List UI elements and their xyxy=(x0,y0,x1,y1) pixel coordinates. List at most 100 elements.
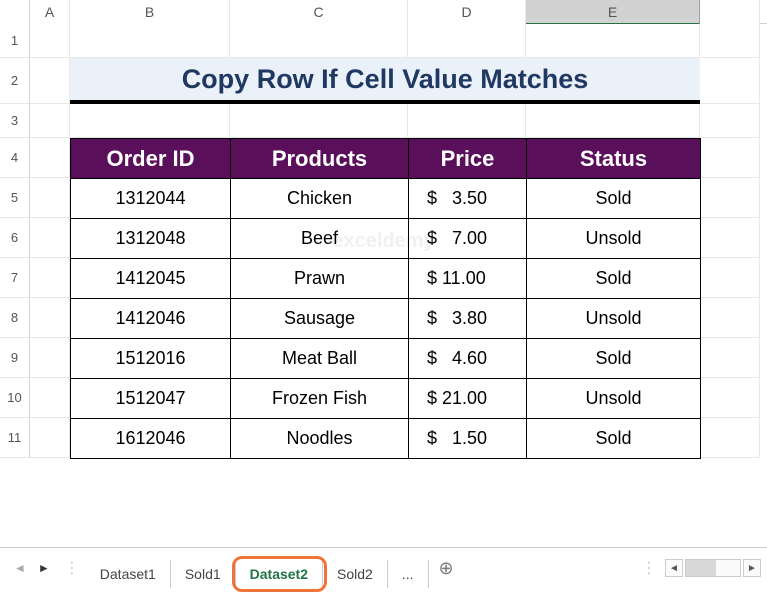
sheet-tab-dataset1[interactable]: Dataset1 xyxy=(86,560,171,588)
cell[interactable] xyxy=(30,298,70,338)
sheet-tab-dataset2[interactable]: Dataset2 xyxy=(236,560,323,588)
table-cell[interactable]: Noodles xyxy=(231,419,409,459)
table-cell[interactable]: $ 21.00 xyxy=(409,379,527,419)
table-row[interactable]: 1412046Sausage$ 3.80Unsold xyxy=(71,299,701,339)
select-all-corner[interactable] xyxy=(0,0,30,24)
row-head-5[interactable]: 5 xyxy=(0,178,30,218)
cell[interactable] xyxy=(30,138,70,178)
table-cell[interactable]: $ 3.80 xyxy=(409,299,527,339)
table-cell[interactable]: $ 4.60 xyxy=(409,339,527,379)
table-cell[interactable]: Chicken xyxy=(231,179,409,219)
sheet-tab-...[interactable]: ... xyxy=(388,560,429,588)
scroll-track[interactable] xyxy=(685,559,741,577)
cell[interactable] xyxy=(700,258,760,298)
cell[interactable] xyxy=(30,58,70,104)
table-cell[interactable]: Frozen Fish xyxy=(231,379,409,419)
scroll-right-icon[interactable]: ► xyxy=(743,559,761,577)
col-head-B[interactable]: B xyxy=(70,0,230,24)
cell[interactable] xyxy=(30,218,70,258)
table-cell[interactable]: 1512047 xyxy=(71,379,231,419)
row-head-1[interactable]: 1 xyxy=(0,24,30,58)
table-cell[interactable]: 1412046 xyxy=(71,299,231,339)
row-head-11[interactable]: 11 xyxy=(0,418,30,458)
table-row[interactable]: 1312048Beef$ 7.00Unsold xyxy=(71,219,701,259)
table-row[interactable]: 1512016Meat Ball$ 4.60Sold xyxy=(71,339,701,379)
table-header[interactable]: Order ID xyxy=(71,139,231,179)
cell[interactable] xyxy=(700,178,760,218)
table-row[interactable]: 1512047Frozen Fish$ 21.00Unsold xyxy=(71,379,701,419)
table-cell[interactable]: Sold xyxy=(527,419,701,459)
table-cell[interactable]: Unsold xyxy=(527,219,701,259)
cell[interactable] xyxy=(526,104,700,138)
cell[interactable] xyxy=(30,418,70,458)
table-cell[interactable]: Prawn xyxy=(231,259,409,299)
cell[interactable] xyxy=(70,104,230,138)
row-head-9[interactable]: 9 xyxy=(0,338,30,378)
table-cell[interactable]: 1312048 xyxy=(71,219,231,259)
table-cell[interactable]: Meat Ball xyxy=(231,339,409,379)
add-sheet-button[interactable]: ⊕ xyxy=(429,558,464,579)
cell[interactable] xyxy=(30,24,70,58)
cell[interactable] xyxy=(700,378,760,418)
sheet-tab-sold2[interactable]: Sold2 xyxy=(323,560,388,588)
table-cell[interactable]: Unsold xyxy=(527,299,701,339)
table-cell[interactable]: 1312044 xyxy=(71,179,231,219)
cells-area[interactable]: Copy Row If Cell Value MatchesOrder IDPr… xyxy=(30,24,767,458)
table-cell[interactable]: Beef xyxy=(231,219,409,259)
row-head-7[interactable]: 7 xyxy=(0,258,30,298)
cell[interactable] xyxy=(700,218,760,258)
cell[interactable] xyxy=(700,298,760,338)
cell[interactable] xyxy=(700,338,760,378)
cell[interactable] xyxy=(700,418,760,458)
table-cell[interactable]: $ 7.00 xyxy=(409,219,527,259)
cell[interactable] xyxy=(408,104,526,138)
table-cell[interactable]: 1612046 xyxy=(71,419,231,459)
table-cell[interactable]: Sausage xyxy=(231,299,409,339)
col-head-C[interactable]: C xyxy=(230,0,408,24)
scroll-left-icon[interactable]: ◄ xyxy=(665,559,683,577)
tab-nav-next-icon[interactable]: ► xyxy=(38,561,50,575)
cell[interactable] xyxy=(30,258,70,298)
tab-nav-prev-icon[interactable]: ◄ xyxy=(14,561,26,575)
row-head-10[interactable]: 10 xyxy=(0,378,30,418)
cell[interactable] xyxy=(230,104,408,138)
cell[interactable] xyxy=(30,178,70,218)
cell[interactable] xyxy=(408,24,526,58)
cell[interactable] xyxy=(700,104,760,138)
table-cell[interactable]: $ 3.50 xyxy=(409,179,527,219)
cell[interactable] xyxy=(30,378,70,418)
table-header[interactable]: Products xyxy=(231,139,409,179)
table-row[interactable]: 1412045Prawn$ 11.00Sold xyxy=(71,259,701,299)
table-cell[interactable]: Sold xyxy=(527,259,701,299)
table-cell[interactable]: Unsold xyxy=(527,379,701,419)
cell[interactable] xyxy=(700,58,760,104)
scroll-thumb[interactable] xyxy=(686,560,716,576)
table-header[interactable]: Price xyxy=(409,139,527,179)
cell[interactable] xyxy=(700,138,760,178)
table-cell[interactable]: $ 1.50 xyxy=(409,419,527,459)
row-head-8[interactable]: 8 xyxy=(0,298,30,338)
table-cell[interactable]: Sold xyxy=(527,339,701,379)
cell[interactable] xyxy=(526,24,700,58)
col-head-D[interactable]: D xyxy=(408,0,526,24)
sheet-tab-sold1[interactable]: Sold1 xyxy=(171,560,236,588)
table-cell[interactable]: 1412045 xyxy=(71,259,231,299)
cell[interactable] xyxy=(230,24,408,58)
table-row[interactable]: 1612046Noodles$ 1.50Sold xyxy=(71,419,701,459)
col-head-A[interactable]: A xyxy=(30,0,70,24)
row-head-2[interactable]: 2 xyxy=(0,58,30,104)
horizontal-scrollbar[interactable]: ⋮ ◄ ► xyxy=(641,558,767,578)
table-row[interactable]: 1312044Chicken$ 3.50Sold xyxy=(71,179,701,219)
cell[interactable] xyxy=(700,24,760,58)
table-header[interactable]: Status xyxy=(527,139,701,179)
cell[interactable] xyxy=(30,338,70,378)
table-cell[interactable]: Sold xyxy=(527,179,701,219)
row-head-3[interactable]: 3 xyxy=(0,104,30,138)
row-head-4[interactable]: 4 xyxy=(0,138,30,178)
table-cell[interactable]: 1512016 xyxy=(71,339,231,379)
row-head-6[interactable]: 6 xyxy=(0,218,30,258)
col-head-E[interactable]: E xyxy=(526,0,700,24)
cell[interactable] xyxy=(70,24,230,58)
cell[interactable] xyxy=(30,104,70,138)
table-cell[interactable]: $ 11.00 xyxy=(409,259,527,299)
